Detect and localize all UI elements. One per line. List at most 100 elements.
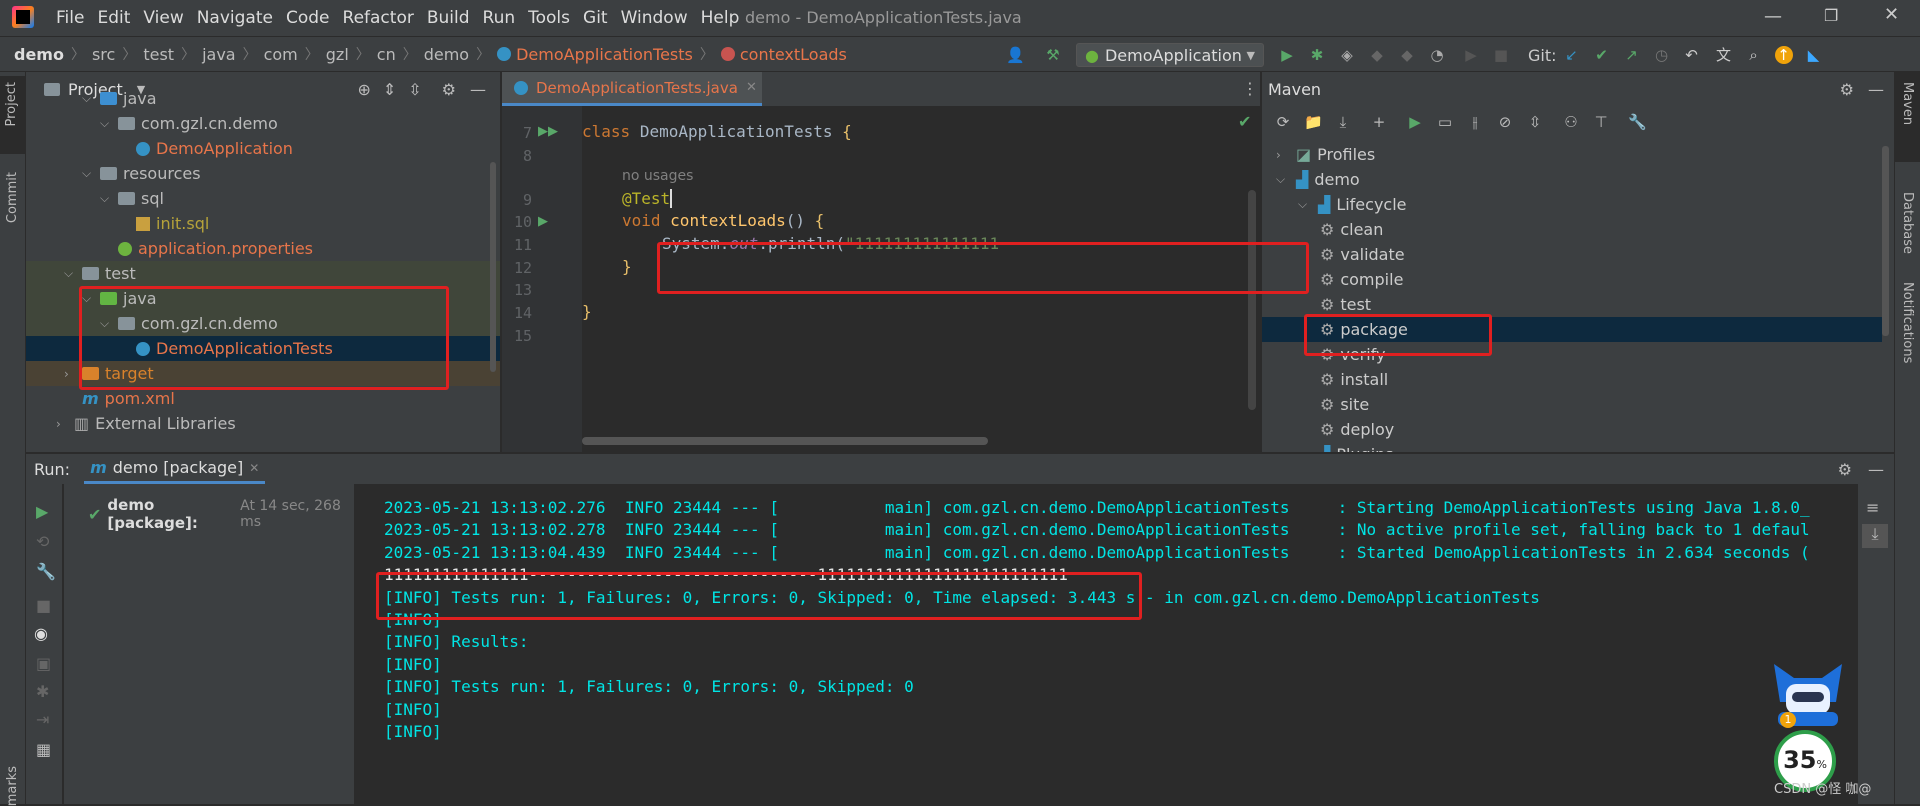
breadcrumb-item[interactable]: demo	[14, 45, 64, 64]
run-config-select[interactable]: ● DemoApplication ▼	[1076, 43, 1264, 67]
menu-refactor[interactable]: Refactor	[343, 8, 414, 28]
dependencies-icon[interactable]: ⚇	[1562, 113, 1580, 131]
database-tool-label[interactable]: Database	[1900, 192, 1915, 254]
git-update-icon[interactable]: ↙	[1563, 46, 1581, 64]
maven-tree-item[interactable]: ⚙ deploy	[1262, 417, 1882, 442]
maven-tree-item[interactable]: ⚙ compile	[1262, 267, 1882, 292]
maven-tree-item[interactable]: ⚙ validate	[1262, 242, 1882, 267]
breadcrumb-item[interactable]: gzl	[326, 45, 349, 64]
chevron-down-icon[interactable]: ⌵	[1298, 197, 1312, 212]
notifications-tool-label[interactable]: Notifications	[1900, 282, 1915, 363]
maven-tool-tab[interactable]: Maven	[1895, 72, 1920, 162]
translate-icon[interactable]: 文	[1715, 46, 1733, 64]
hide-icon[interactable]: —	[1868, 460, 1884, 479]
resume-icon[interactable]: ▶	[1462, 46, 1480, 64]
restore-icon[interactable]: ❐	[1824, 6, 1838, 25]
menu-code[interactable]: Code	[286, 8, 330, 28]
user-icon[interactable]: 👤	[1006, 46, 1025, 64]
tree-row[interactable]: DemoApplication	[26, 136, 500, 161]
chevron-right-icon[interactable]: ›	[1276, 148, 1290, 162]
chevron-down-icon[interactable]: ⌵	[100, 116, 112, 131]
menu-tools[interactable]: Tools	[528, 8, 570, 28]
menu-file[interactable]: File	[56, 8, 84, 28]
horizontal-scrollbar[interactable]	[582, 437, 988, 445]
breadcrumb-item[interactable]: test	[143, 45, 174, 64]
vertical-scrollbar[interactable]	[1248, 190, 1256, 410]
menu-edit[interactable]: Edit	[97, 8, 130, 28]
toggle-offline-icon[interactable]: ⫲	[1466, 113, 1484, 131]
maven-tree-item[interactable]: › ◪ Profiles	[1262, 142, 1882, 167]
minimize-icon[interactable]: —	[1764, 6, 1782, 27]
rollback-icon[interactable]: ↶	[1683, 46, 1701, 64]
commit-tool-label[interactable]: Commit	[5, 172, 20, 223]
stop-icon[interactable]: ■	[1492, 46, 1510, 64]
chevron-right-icon[interactable]: ›	[64, 367, 76, 381]
history-icon[interactable]: ◷	[1653, 46, 1671, 64]
menu-window[interactable]: Window	[621, 8, 688, 28]
git-commit-icon[interactable]: ✔	[1593, 46, 1611, 64]
breadcrumb-item[interactable]: contextLoads	[740, 45, 847, 64]
profiler-icon[interactable]: ◆	[1398, 46, 1416, 64]
run-icon[interactable]: ▶	[1406, 113, 1424, 131]
maven-tree-item[interactable]: ⚙ clean	[1262, 217, 1882, 242]
execute-goal-icon[interactable]: ▭	[1436, 113, 1454, 131]
debug-icon[interactable]: ✱	[1308, 46, 1326, 64]
console-output[interactable]: 2023-05-21 13:13:02.276 INFO 23444 --- […	[26, 454, 1856, 804]
wrench-icon[interactable]: 🔧	[1628, 113, 1647, 131]
git-push-icon[interactable]: ↗	[1623, 46, 1641, 64]
tree-row[interactable]: application.properties	[26, 236, 500, 261]
breadcrumb-item[interactable]: demo	[424, 45, 469, 64]
update-icon[interactable]: ↑	[1774, 46, 1793, 64]
search-icon[interactable]: ⌕	[1745, 46, 1763, 64]
hammer-icon[interactable]: ⚒	[1044, 46, 1062, 64]
menu-build[interactable]: Build	[427, 8, 470, 28]
chevron-down-icon[interactable]: ⌵	[1276, 172, 1290, 187]
tree-row[interactable]: init.sql	[26, 211, 500, 236]
menu-navigate[interactable]: Navigate	[197, 8, 273, 28]
breadcrumb-item[interactable]: com	[264, 45, 298, 64]
run-class-icon[interactable]: ▶▶	[538, 124, 558, 139]
hide-icon[interactable]: —	[1868, 80, 1884, 99]
download-icon[interactable]: ⤓	[1334, 113, 1352, 131]
close-icon[interactable]: ✕	[1884, 4, 1899, 25]
more-run-icon[interactable]: ◔	[1428, 46, 1446, 64]
run-icon[interactable]: ▶	[1278, 46, 1296, 64]
more-icon[interactable]: ⋮	[1242, 79, 1258, 98]
chevron-down-icon[interactable]: ⌵	[1298, 447, 1312, 452]
chevron-down-icon[interactable]: ⌵	[64, 266, 76, 281]
chevron-down-icon[interactable]: ⌵	[100, 191, 112, 206]
breadcrumb-item[interactable]: cn	[377, 45, 396, 64]
scrollbar[interactable]	[490, 162, 496, 372]
menu-run[interactable]: Run	[483, 8, 516, 28]
add-project-icon[interactable]: 📁	[1304, 113, 1323, 131]
chevron-down-icon[interactable]: ⌵	[82, 166, 94, 181]
tree-row[interactable]: ⌵ com.gzl.cn.demo	[26, 111, 500, 136]
show-diagram-icon[interactable]: ⊤	[1592, 113, 1610, 131]
scroll-to-end-icon[interactable]: ⤓	[1862, 524, 1888, 548]
skip-tests-icon[interactable]: ⊘	[1496, 113, 1514, 131]
maven-tree-item[interactable]: ⚙ install	[1262, 367, 1882, 392]
gear-icon[interactable]: ⚙	[1840, 80, 1854, 99]
coverage-icon[interactable]: ◈	[1338, 46, 1356, 64]
scrollbar[interactable]	[1882, 146, 1889, 336]
tree-row[interactable]: ⌵ test	[26, 261, 500, 286]
menu-help[interactable]: Help	[701, 8, 740, 28]
tree-row[interactable]: › ▥ External Libraries	[26, 411, 500, 436]
reload-icon[interactable]: ⟳	[1274, 113, 1292, 131]
bookmarks-tool-label[interactable]: marks	[5, 766, 20, 806]
collapse-icon[interactable]: ⇳	[1526, 113, 1544, 131]
tree-row[interactable]: ⌵ java	[26, 86, 500, 111]
editor-tab[interactable]: DemoApplicationTests.java ✕	[502, 72, 762, 106]
plugin-icon[interactable]: ◣	[1805, 46, 1823, 64]
maven-tree-item[interactable]: ⌵ ▟ Lifecycle	[1262, 192, 1882, 217]
menu-git[interactable]: Git	[583, 8, 608, 28]
soft-wrap-icon[interactable]: ≡	[1866, 498, 1879, 517]
tree-row[interactable]: ⌵ resources	[26, 161, 500, 186]
menu-view[interactable]: View	[143, 8, 183, 28]
mascot-avatar[interactable]: 1	[1768, 660, 1848, 728]
close-tab-icon[interactable]: ✕	[746, 80, 757, 95]
tree-row[interactable]: ⌵ sql	[26, 186, 500, 211]
run-method-icon[interactable]: ▶	[538, 214, 548, 229]
breadcrumb-item[interactable]: src	[92, 45, 115, 64]
breadcrumb-item[interactable]: java	[202, 45, 236, 64]
